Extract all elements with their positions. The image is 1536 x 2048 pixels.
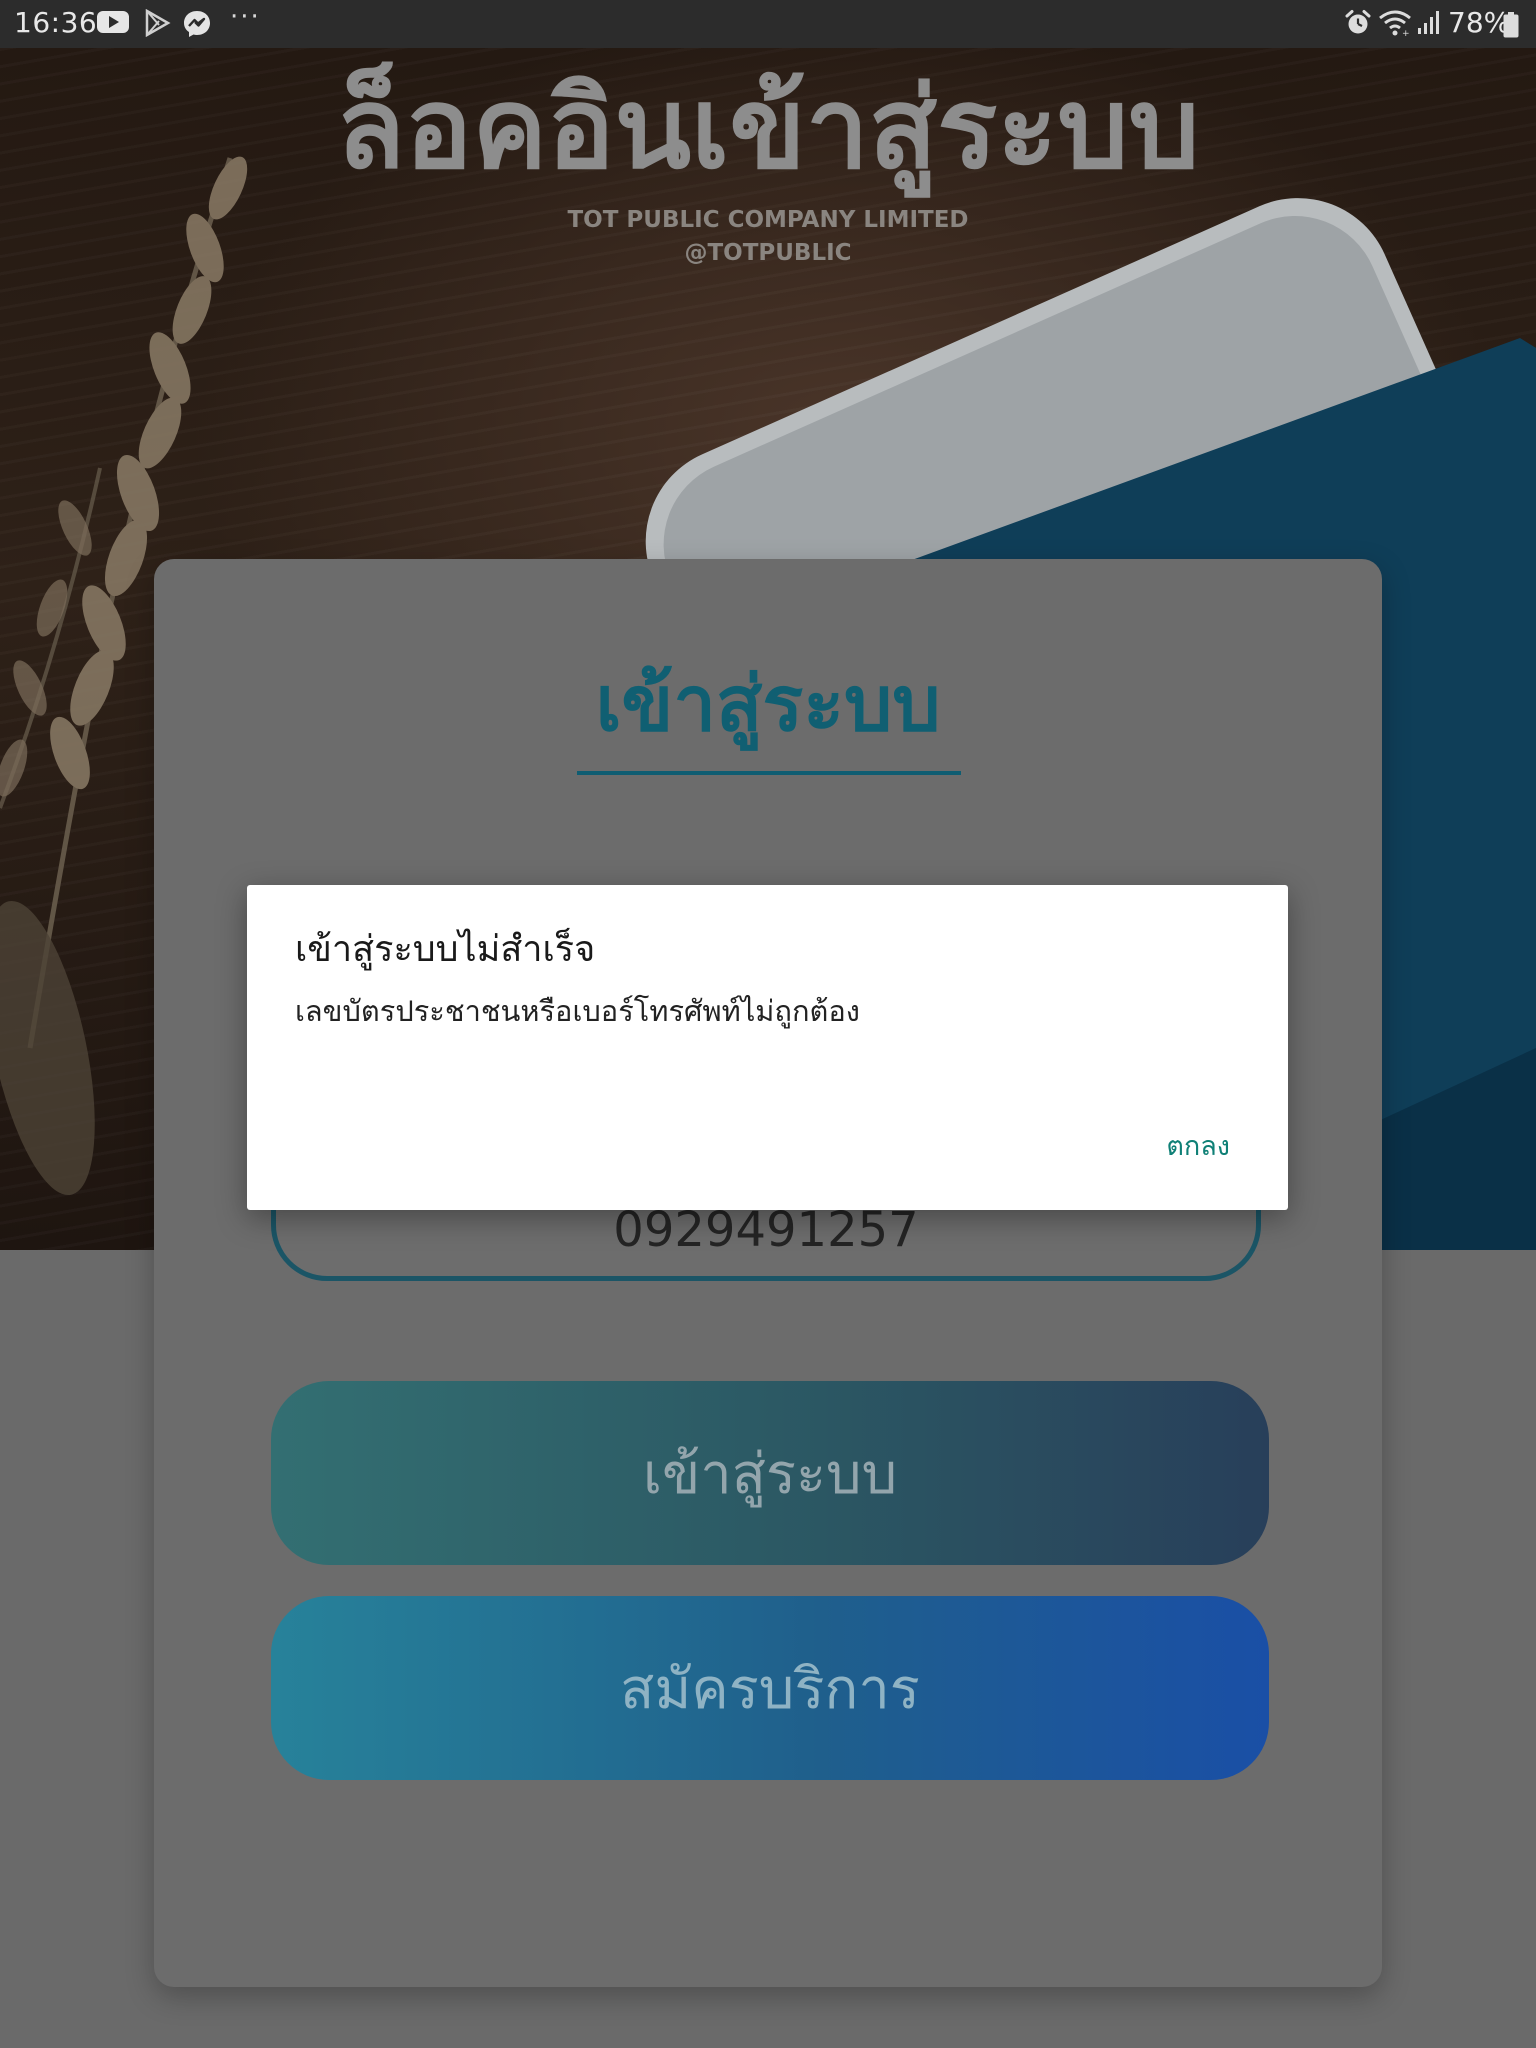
battery-percentage: 78% bbox=[1448, 6, 1511, 39]
dialog-ok-button[interactable]: ตกลง bbox=[1164, 1129, 1232, 1165]
status-bar: 16:36 ··· + 78% bbox=[0, 0, 1536, 48]
dialog-title: เข้าสู่ระบบไม่สำเร็จ bbox=[295, 929, 596, 970]
status-time: 16:36 bbox=[14, 6, 98, 39]
wifi-icon: + bbox=[1379, 10, 1411, 37]
card-title: เข้าสู่ระบบ bbox=[595, 659, 941, 748]
hero-title: ล็อคอินเข้าสู่ระบบ bbox=[336, 64, 1200, 194]
messenger-icon bbox=[184, 11, 210, 37]
company-handle: @TOTPUBLIC bbox=[684, 240, 852, 266]
login-card: เข้าสู่ระบบ 0929491257 เข้าสู่ระบบ สมัคร… bbox=[154, 559, 1382, 1987]
play-store-icon bbox=[145, 9, 171, 37]
login-failed-dialog: เข้าสู่ระบบไม่สำเร็จ เลขบัตรประชาชนหรือเ… bbox=[247, 885, 1288, 1210]
register-button[interactable]: สมัครบริการ bbox=[271, 1596, 1269, 1780]
youtube-icon bbox=[97, 11, 129, 33]
grass-plume-icon bbox=[0, 900, 95, 1196]
dialog-message: เลขบัตรประชาชนหรือเบอร์โทรศัพท์ไม่ถูกต้อ… bbox=[295, 994, 860, 1028]
register-button-label: สมัครบริการ bbox=[620, 1656, 920, 1722]
title-underline bbox=[577, 771, 961, 775]
more-notifications-icon: ··· bbox=[230, 2, 261, 32]
hero-subtitle: TOT PUBLIC COMPANY LIMITED @TOTPUBLIC bbox=[0, 204, 1536, 270]
login-button-label: เข้าสู่ระบบ bbox=[642, 1441, 898, 1507]
battery-icon bbox=[1503, 12, 1519, 38]
signal-icon bbox=[1418, 11, 1439, 34]
alarm-icon bbox=[1345, 10, 1371, 34]
svg-text:+: + bbox=[1402, 29, 1410, 37]
login-button[interactable]: เข้าสู่ระบบ bbox=[271, 1381, 1269, 1565]
company-name: TOT PUBLIC COMPANY LIMITED bbox=[567, 207, 969, 233]
